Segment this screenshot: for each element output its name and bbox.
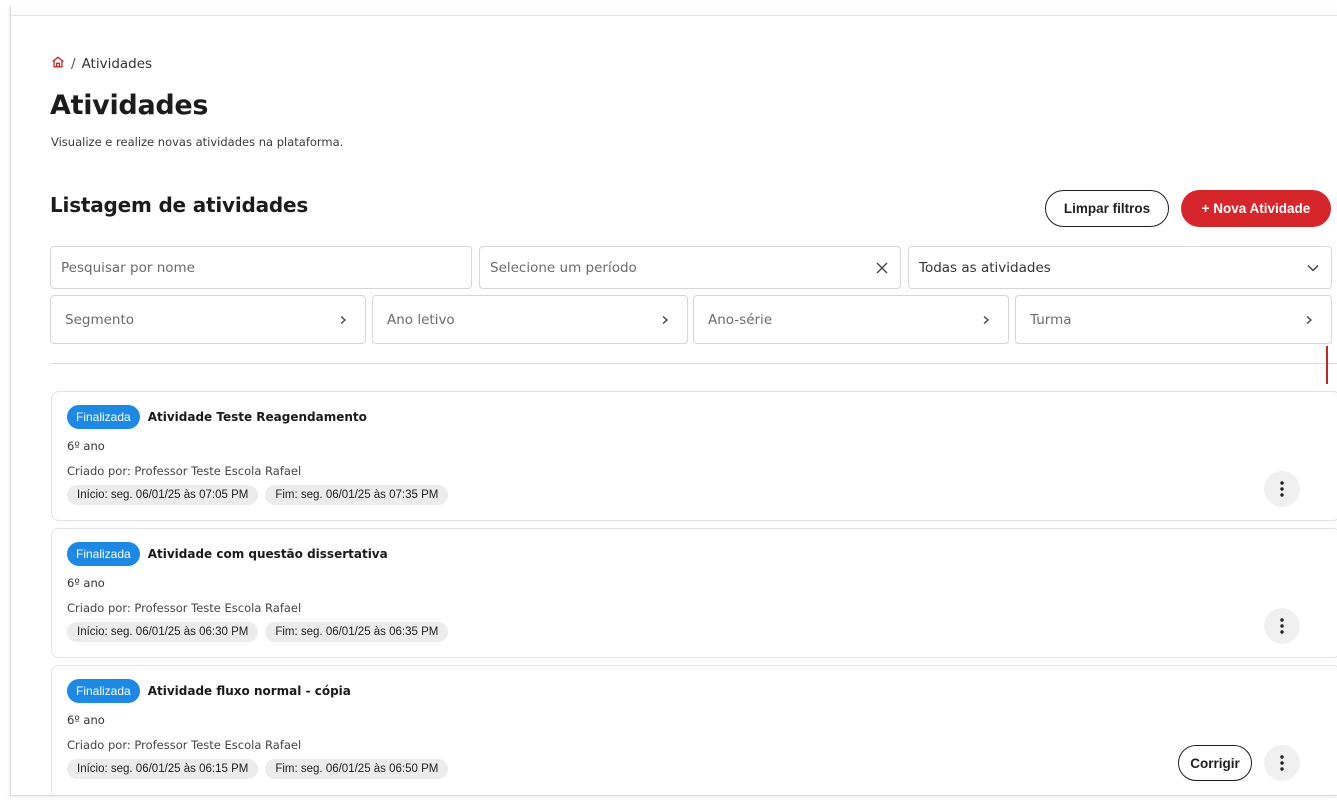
chevron-down-icon (1305, 260, 1321, 276)
activity-type-select[interactable]: Todas as atividades (908, 246, 1332, 289)
breadcrumb-current: Atividades (81, 56, 153, 72)
activity-creator: Criado por: Professor Teste Escola Rafae… (67, 738, 302, 752)
correct-button[interactable]: Corrigir (1178, 745, 1252, 781)
chevron-right-icon (1301, 312, 1317, 328)
home-icon[interactable] (51, 55, 71, 73)
end-date-chip: Fim: seg. 06/01/25 às 07:35 PM (265, 485, 449, 505)
top-divider (11, 15, 1337, 16)
period-placeholder: Selecione um período (490, 259, 637, 276)
chevron-right-icon (335, 312, 351, 328)
activity-grade: 6º ano (67, 713, 105, 727)
search-field[interactable] (50, 246, 472, 289)
activity-card[interactable]: Finalizada Atividade com questão dissert… (51, 528, 1337, 658)
status-badge: Finalizada (67, 542, 140, 566)
list-divider (51, 363, 1337, 364)
activity-grade: 6º ano (67, 576, 105, 590)
activity-title[interactable]: Atividade fluxo normal - cópia (148, 684, 351, 698)
breadcrumb-separator: / (71, 56, 76, 72)
grade-select[interactable]: Ano-série (693, 295, 1009, 344)
status-badge: Finalizada (67, 405, 140, 429)
class-label: Turma (1030, 311, 1072, 328)
activity-creator: Criado por: Professor Teste Escola Rafae… (67, 464, 302, 478)
page-title: Atividades (50, 90, 209, 121)
clear-period-icon[interactable] (874, 260, 890, 276)
chevron-right-icon (978, 312, 994, 328)
start-date-chip: Início: seg. 06/01/25 às 06:30 PM (67, 622, 259, 642)
activity-card[interactable]: Finalizada Atividade fluxo normal - cópi… (51, 665, 1337, 795)
segment-label: Segmento (65, 311, 135, 328)
list-title: Listagem de atividades (50, 193, 309, 217)
start-date-chip: Início: seg. 06/01/25 às 07:05 PM (67, 485, 259, 505)
more-options-icon[interactable] (1264, 471, 1300, 507)
main-panel: / Atividades Atividades Visualize e real… (10, 6, 1337, 796)
more-options-icon[interactable] (1264, 608, 1300, 644)
start-date-chip: Início: seg. 06/01/25 às 06:15 PM (67, 759, 259, 779)
more-options-icon[interactable] (1264, 745, 1300, 781)
grade-label: Ano-série (708, 311, 773, 328)
activity-title[interactable]: Atividade com questão dissertativa (148, 547, 388, 561)
school-year-select[interactable]: Ano letivo (372, 295, 688, 344)
search-input[interactable] (61, 259, 461, 276)
segment-select[interactable]: Segmento (50, 295, 366, 344)
activity-card[interactable]: Finalizada Atividade Teste Reagendamento… (51, 391, 1337, 521)
end-date-chip: Fim: seg. 06/01/25 às 06:50 PM (265, 759, 449, 779)
activity-title[interactable]: Atividade Teste Reagendamento (148, 410, 367, 424)
school-year-label: Ano letivo (387, 311, 455, 328)
period-field[interactable]: Selecione um período (479, 246, 901, 289)
activity-grade: 6º ano (67, 439, 105, 453)
status-badge: Finalizada (67, 679, 140, 703)
class-select[interactable]: Turma (1015, 295, 1332, 344)
page-subtitle: Visualize e realize novas atividades na … (51, 135, 344, 149)
breadcrumb: / Atividades (51, 55, 152, 73)
new-activity-button[interactable]: + Nova Atividade (1181, 190, 1331, 227)
clear-filters-button[interactable]: Limpar filtros (1045, 190, 1169, 227)
chevron-right-icon (657, 312, 673, 328)
end-date-chip: Fim: seg. 06/01/25 às 06:35 PM (265, 622, 449, 642)
activity-creator: Criado por: Professor Teste Escola Rafae… (67, 601, 302, 615)
activity-type-value: Todas as atividades (919, 259, 1051, 276)
scroll-indicator (1326, 346, 1328, 384)
